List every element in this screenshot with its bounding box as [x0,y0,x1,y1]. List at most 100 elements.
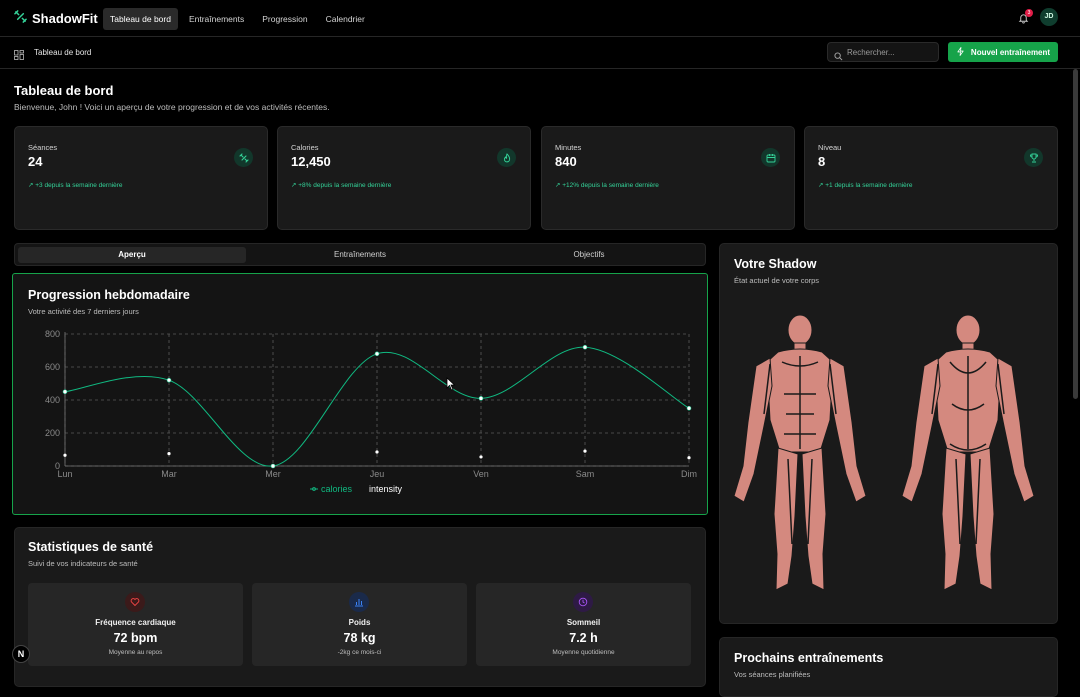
metric-value: 7.2 h [569,631,598,645]
top-navigation: ShadowFit Tableau de bord Entraînements … [0,0,1080,37]
nav-item-calendar[interactable]: Calendrier [319,8,372,30]
page-title: Tableau de bord [14,83,114,98]
overview-tabs: Aperçu Entraînements Objectifs [14,243,706,266]
page-scrollbar[interactable] [1073,69,1078,675]
data-point-intensity [63,453,67,457]
tab-overview[interactable]: Aperçu [18,247,246,263]
stat-change: ↗ +12% depuis la semaine dernière [555,182,659,189]
legend-label-calories: calories [321,484,353,494]
nav-item-workouts[interactable]: Entraînements [182,8,251,30]
metric-sleep: Sommeil 7.2 h Moyenne quotidienne [476,583,691,666]
sub-header: Tableau de bord Nouvel entraînement [0,37,1080,69]
stat-label: Niveau [818,143,842,152]
stat-card-sessions: Séances 24 ↗ +3 depuis la semaine derniè… [14,126,268,230]
notification-badge: 3 [1025,9,1033,17]
avatar[interactable]: JD [1040,8,1058,26]
stat-label: Calories [291,143,319,152]
data-point-calories [62,389,68,395]
stat-card-minutes: Minutes 840 ↗ +12% depuis la semaine der… [541,126,795,230]
metric-sub: Moyenne quotidienne [552,649,615,656]
nav-item-progress[interactable]: Progression [255,8,314,30]
data-point-calories [686,405,692,411]
stat-card-calories: Calories 12,450 ↗ +8% depuis la semaine … [277,126,531,230]
breadcrumb: Tableau de bord [34,48,92,57]
body-back[interactable] [901,314,1035,591]
stat-value: 8 [818,154,826,169]
flame-icon [497,148,516,167]
stat-value: 12,450 [291,154,331,169]
shadow-card: Votre Shadow État actuel de votre corps [719,243,1058,624]
dev-tools-badge[interactable]: N [12,645,30,663]
data-point-intensity [375,450,379,454]
weekly-progress-card: Progression hebdomadaire Votre activité … [12,273,708,515]
metric-label: Sommeil [566,618,601,627]
data-point-calories [478,396,484,401]
data-point-calories [582,344,588,350]
stat-card-level: Niveau 8 ↗ +1 depuis la semaine dernière [804,126,1058,230]
brand[interactable]: ShadowFit [14,10,98,26]
x-tick-label: Mar [161,469,177,479]
stat-value: 24 [28,154,43,169]
y-tick-label: 600 [45,362,60,372]
metric-value: 78 kg [343,631,376,645]
search-icon [834,48,843,66]
metric-sub: -2kg ce mois-ci [337,649,382,656]
stat-change: ↗ +3 depuis la semaine dernière [28,182,123,189]
stat-change: ↗ +8% depuis la semaine dernière [291,182,392,189]
scrollbar-thumb[interactable] [1073,69,1078,399]
x-tick-label: Sam [576,469,595,479]
brand-name: ShadowFit [32,10,98,26]
health-title: Statistiques de santé [28,540,154,554]
x-tick-label: Ven [473,469,489,479]
metric-label: Poids [348,618,371,627]
x-tick-label: Mer [265,469,281,479]
bar-chart-icon [349,592,369,612]
trophy-icon [1024,148,1043,167]
nav-item-dashboard[interactable]: Tableau de bord [103,8,178,30]
health-subtitle: Suivi de vos indicateurs de santé [28,559,138,568]
data-point-calories [166,377,172,383]
metric-heart-rate: Fréquence cardiaque 72 bpm Moyenne au re… [28,583,243,666]
heart-icon [125,592,145,612]
data-point-intensity [167,452,171,456]
dumbbell-logo-icon [14,10,27,26]
new-workout-label: Nouvel entraînement [970,47,1051,57]
search-box[interactable] [827,42,939,62]
data-point-intensity [583,449,587,453]
y-tick-label: 800 [45,329,60,339]
data-point-intensity [271,464,275,468]
upcoming-workouts-card: Prochains entraînements Vos séances plan… [719,637,1058,697]
y-tick-label: 200 [45,428,60,438]
body-front[interactable] [733,314,867,591]
stat-value: 840 [555,154,577,169]
health-stats-card: Statistiques de santé Suivi de vos indic… [14,527,706,687]
x-tick-label: Lun [57,469,72,479]
weekly-progress-chart: 0200400600800Lun Mar Mer Jeu Ven Sam Dimcalori… [45,329,697,494]
dashboard-grid-icon[interactable] [14,47,24,65]
calendar-icon [761,148,780,167]
data-point-calories [374,351,380,357]
data-point-intensity [687,456,691,460]
tab-goals[interactable]: Objectifs [475,247,703,263]
x-tick-label: Dim [681,469,697,479]
legend-label-intensity: intensity [369,484,403,494]
body-map [733,314,1035,591]
upcoming-title: Prochains entraînements [734,651,884,665]
metric-weight: Poids 78 kg -2kg ce mois-ci [252,583,467,666]
y-tick-label: 400 [45,395,60,405]
page-subtitle: Bienvenue, John ! Voici un aperçu de vot… [14,102,330,112]
activity-icon [956,46,965,58]
x-tick-label: Jeu [370,469,385,479]
search-input[interactable] [847,46,935,59]
metric-sub: Moyenne au repos [108,649,163,656]
tab-workouts[interactable]: Entraînements [246,247,474,263]
stat-label: Séances [28,143,58,152]
clock-icon [573,592,593,612]
mouse-cursor-icon [446,377,456,391]
new-workout-button[interactable]: Nouvel entraînement [948,42,1058,62]
stat-label: Minutes [555,143,582,152]
metric-label: Fréquence cardiaque [95,618,176,627]
dumbbell-icon [234,148,253,167]
stat-change: ↗ +1 depuis la semaine dernière [818,182,913,189]
data-point-intensity [479,455,483,459]
